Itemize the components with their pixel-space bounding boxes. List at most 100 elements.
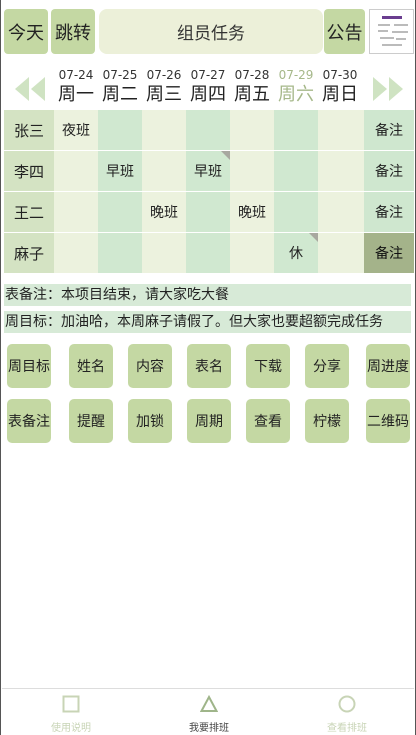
day-weekday: 周五	[234, 84, 270, 105]
thumbnail-header-bar	[382, 16, 402, 19]
circle-icon	[338, 695, 356, 713]
triangle-icon	[200, 695, 218, 712]
day-weekday: 周二	[102, 84, 138, 105]
shift-cell[interactable]	[230, 233, 274, 273]
shift-cell[interactable]: 休	[274, 233, 318, 273]
bottom-tab-bar: 使用说明 我要排班 查看排班	[2, 688, 414, 735]
day-date: 07-24	[58, 68, 94, 82]
tab-view-schedule[interactable]: 查看排班	[278, 689, 416, 735]
shift-cell[interactable]: 早班	[186, 151, 230, 191]
shift-cell[interactable]	[54, 233, 98, 273]
table-note-text: 表备注：本项目结束，请大家吃大餐	[4, 284, 411, 306]
day-date: 07-30	[322, 68, 358, 82]
thumbnail-line	[382, 44, 402, 46]
qrcode-button[interactable]: 二维码	[366, 399, 410, 443]
tab-usage-guide[interactable]: 使用说明	[2, 689, 140, 735]
thumbnail-line	[378, 24, 390, 26]
square-icon	[62, 695, 80, 713]
preview-thumbnail[interactable]	[369, 9, 414, 54]
thumbnail-line	[396, 38, 406, 40]
row-note-button[interactable]: 备注	[364, 110, 414, 150]
shift-cell[interactable]	[142, 151, 186, 191]
shift-cell[interactable]	[318, 110, 364, 150]
content-button[interactable]: 内容	[128, 344, 172, 388]
week-goal-text: 周目标：加油哈，本周麻子请假了。但大家也要超额完成任务	[4, 311, 411, 333]
tab-schedule[interactable]: 我要排班	[140, 689, 278, 735]
jump-button[interactable]: 跳转	[51, 9, 95, 54]
member-name[interactable]: 张三	[4, 110, 54, 150]
shift-cell[interactable]: 晚班	[230, 192, 274, 232]
day-header-sat: 07-29 周六	[274, 66, 318, 106]
table-row: 王二 晚班 晚班 备注	[4, 192, 414, 232]
thumbnail-line	[394, 24, 408, 26]
shift-cell[interactable]	[230, 110, 274, 150]
table-row: 李四 早班 早班 备注	[4, 151, 414, 191]
table-row: 张三 夜班 备注	[4, 110, 414, 150]
shift-cell[interactable]: 夜班	[54, 110, 98, 150]
shift-cell[interactable]: 早班	[98, 151, 142, 191]
day-date: 07-25	[102, 68, 138, 82]
lock-button[interactable]: 加锁	[128, 399, 172, 443]
shift-cell[interactable]	[274, 151, 318, 191]
row-note-button[interactable]: 备注	[364, 151, 414, 191]
download-button[interactable]: 下载	[246, 344, 290, 388]
day-date: 07-27	[190, 68, 226, 82]
week-header: 07-24 周一 07-25 周二 07-26 周三 07-27 周四 07-28 周五 …	[4, 66, 412, 110]
thumbnail-line	[378, 30, 388, 32]
day-weekday: 周日	[322, 84, 358, 105]
day-date: 07-29	[278, 68, 314, 82]
member-name[interactable]: 李四	[4, 151, 54, 191]
lemon-button[interactable]: 柠檬	[305, 399, 349, 443]
share-button[interactable]: 分享	[305, 344, 349, 388]
day-header-fri: 07-28 周五	[230, 66, 274, 106]
thumbnail-line	[392, 31, 408, 33]
view-button[interactable]: 查看	[246, 399, 290, 443]
day-header-wed: 07-26 周三	[142, 66, 186, 106]
tab-label: 查看排班	[327, 723, 367, 734]
member-name[interactable]: 麻子	[4, 233, 54, 273]
thumbnail-line	[380, 37, 394, 39]
previous-week-icon[interactable]	[9, 74, 49, 104]
day-weekday: 周三	[146, 84, 182, 105]
shift-cell[interactable]	[98, 233, 142, 273]
notice-button[interactable]: 公告	[324, 9, 365, 54]
shift-cell[interactable]	[98, 192, 142, 232]
shift-cell[interactable]	[274, 192, 318, 232]
day-weekday: 周四	[190, 84, 226, 105]
shift-cell[interactable]	[318, 233, 364, 273]
table-note-button[interactable]: 表备注	[7, 399, 51, 443]
shift-cell[interactable]	[186, 233, 230, 273]
shift-cell[interactable]	[142, 110, 186, 150]
tab-label: 我要排班	[189, 723, 229, 734]
tab-label: 使用说明	[51, 723, 91, 734]
row-note-button[interactable]: 备注	[364, 192, 414, 232]
shift-cell[interactable]	[318, 192, 364, 232]
name-button[interactable]: 姓名	[69, 344, 113, 388]
member-name[interactable]: 王二	[4, 192, 54, 232]
day-weekday: 周六	[278, 84, 314, 105]
shift-cell[interactable]	[274, 110, 318, 150]
week-goal-button[interactable]: 周目标	[7, 344, 51, 388]
reminder-button[interactable]: 提醒	[69, 399, 113, 443]
shift-cell[interactable]	[54, 192, 98, 232]
table-row: 麻子 休 备注	[4, 233, 414, 273]
schedule-grid: 张三 夜班 备注 李四 早班 早班 备注 王二 晚班 晚班 备注 麻子 休 备注	[4, 110, 414, 274]
row-note-button[interactable]: 备注	[364, 233, 414, 273]
page-title: 组员任务	[99, 9, 323, 54]
shift-cell[interactable]: 晚班	[142, 192, 186, 232]
shift-cell[interactable]	[186, 110, 230, 150]
day-header-tue: 07-25 周二	[98, 66, 142, 106]
next-week-icon[interactable]	[369, 74, 409, 104]
today-button[interactable]: 今天	[4, 9, 48, 54]
shift-cell[interactable]	[186, 192, 230, 232]
day-date: 07-26	[146, 68, 182, 82]
week-progress-button[interactable]: 周进度	[366, 344, 410, 388]
shift-cell[interactable]	[98, 110, 142, 150]
top-bar: 今天 跳转 组员任务 公告	[4, 9, 414, 55]
shift-cell[interactable]	[142, 233, 186, 273]
shift-cell[interactable]	[230, 151, 274, 191]
shift-cell[interactable]	[318, 151, 364, 191]
table-name-button[interactable]: 表名	[187, 344, 231, 388]
cycle-button[interactable]: 周期	[187, 399, 231, 443]
shift-cell[interactable]	[54, 151, 98, 191]
